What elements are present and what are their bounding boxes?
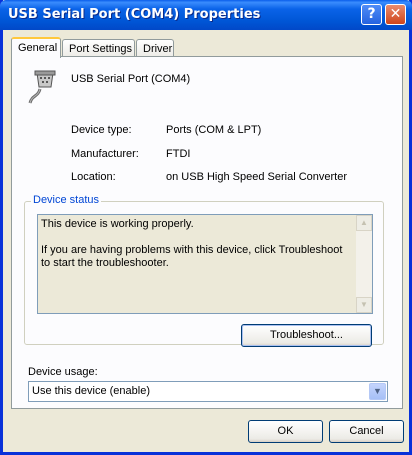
chevron-down-icon[interactable]: ▼ [369,383,386,400]
manufacturer-label: Manufacturer: [71,148,139,160]
location-label: Location: [71,171,116,183]
device-usage-select[interactable]: Use this device (enable) ▼ [28,381,388,402]
cancel-button[interactable]: Cancel [329,420,404,443]
device-usage-value: Use this device (enable) [32,385,151,397]
device-status-label: Device status [31,194,102,206]
tab-port-settings[interactable]: Port Settings [62,39,135,57]
device-status-box: This device is working properly. If you … [37,214,373,314]
serial-port-icon [28,70,56,104]
close-button[interactable]: ✕ [385,4,406,25]
help-button[interactable]: ? [361,4,382,25]
tab-general[interactable]: General [11,37,61,58]
device-name: USB Serial Port (COM4) [71,73,191,85]
device-status-text: This device is working properly. If you … [41,218,343,269]
device-status-group: Device status This device is working pro… [24,194,384,347]
status-scrollbar[interactable]: ▲ ▼ [356,215,372,313]
manufacturer-value: FTDI [166,148,191,160]
tab-driver[interactable]: Driver [136,39,174,57]
ok-button[interactable]: OK [248,420,323,443]
device-type-label: Device type: [71,124,132,136]
scroll-down-icon[interactable]: ▼ [356,297,372,313]
location-value: on USB High Speed Serial Converter [166,171,347,183]
scroll-up-icon[interactable]: ▲ [356,215,372,231]
general-panel: USB Serial Port (COM4) Device type: Port… [11,56,403,409]
title-bar[interactable]: USB Serial Port (COM4) Properties ? ✕ [0,0,412,30]
troubleshoot-button[interactable]: Troubleshoot... [241,324,372,347]
device-type-value: Ports (COM & LPT) [166,124,262,136]
properties-window: USB Serial Port (COM4) Properties ? ✕ Ge… [0,0,412,455]
window-title: USB Serial Port (COM4) Properties [8,7,261,22]
device-usage-label: Device usage: [28,366,98,378]
